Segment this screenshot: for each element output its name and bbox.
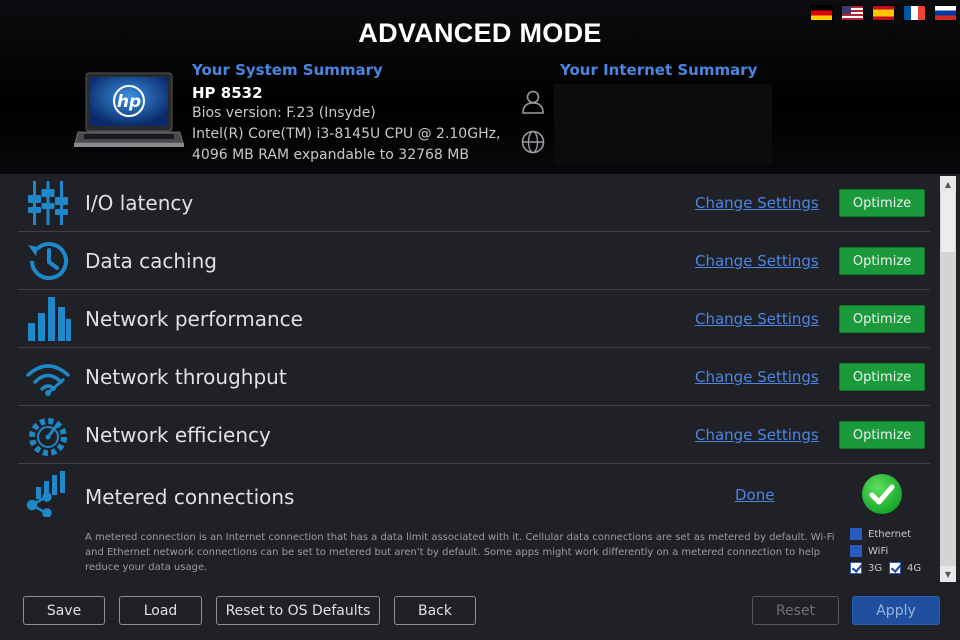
optimize-button[interactable]: Optimize: [839, 189, 925, 217]
setting-row-metered-connections: Metered connections Done A metered conne…: [18, 464, 930, 574]
setting-row-io-latency: I/O latency Change Settings Optimize: [18, 174, 930, 232]
es-flag-icon[interactable]: [873, 6, 894, 20]
globe-icon: [521, 130, 545, 154]
setting-label: Metered connections: [85, 485, 295, 509]
setting-row-network-performance: Network performance Change Settings Opti…: [18, 290, 930, 348]
change-settings-link[interactable]: Change Settings: [695, 368, 819, 386]
load-button[interactable]: Load: [119, 596, 202, 625]
ethernet-option[interactable]: Ethernet: [850, 528, 911, 540]
system-model: HP 8532: [192, 84, 263, 102]
setting-label: Network throughput: [85, 365, 287, 389]
optimize-button[interactable]: Optimize: [839, 421, 925, 449]
optimize-button[interactable]: Optimize: [839, 363, 925, 391]
setting-label: I/O latency: [85, 191, 194, 215]
save-button[interactable]: Save: [23, 596, 105, 625]
back-button[interactable]: Back: [394, 596, 476, 625]
header: ADVANCED MODE hp Your System Summary HP …: [0, 0, 960, 174]
svg-text:hp: hp: [117, 92, 141, 112]
internet-summary: Your Internet Summary: [560, 61, 757, 79]
apply-button[interactable]: Apply: [852, 596, 940, 625]
cpu-info: Intel(R) Core(TM) i3-8145U CPU @ 2.10GHz…: [192, 126, 501, 142]
optimize-button[interactable]: Optimize: [839, 305, 925, 333]
ru-flag-icon[interactable]: [935, 6, 956, 20]
scroll-up-arrow-icon[interactable]: ▲: [940, 176, 956, 192]
change-settings-link[interactable]: Change Settings: [695, 426, 819, 444]
wifi-checkbox[interactable]: [850, 545, 862, 557]
setting-row-network-efficiency: Network efficiency Change Settings Optim…: [18, 406, 930, 464]
scroll-thumb[interactable]: [941, 192, 955, 252]
reset-button[interactable]: Reset: [752, 596, 839, 625]
optimize-button[interactable]: Optimize: [839, 247, 925, 275]
io-latency-icon: [28, 181, 68, 225]
metered-connections-icon: [26, 471, 65, 517]
checkmark-icon: [862, 474, 902, 514]
4g-checkbox[interactable]: [889, 562, 901, 574]
done-link[interactable]: Done: [735, 486, 774, 504]
de-flag-icon[interactable]: [811, 6, 832, 20]
settings-list: I/O latency Change Settings Optimize Dat…: [18, 174, 930, 574]
change-settings-link[interactable]: Change Settings: [695, 194, 819, 212]
ram-info: 4096 MB RAM expandable to 32768 MB: [192, 147, 469, 163]
3g-checkbox[interactable]: [850, 562, 862, 574]
3g-option[interactable]: 3G: [850, 562, 882, 574]
setting-row-data-caching: Data caching Change Settings Optimize: [18, 232, 930, 290]
setting-label: Network performance: [85, 307, 303, 331]
ethernet-checkbox[interactable]: [850, 528, 862, 540]
scroll-down-arrow-icon[interactable]: ▼: [940, 566, 956, 582]
network-efficiency-icon: [29, 418, 67, 456]
wifi-label: WiFi: [868, 545, 889, 557]
setting-row-network-throughput: Network throughput Change Settings Optim…: [18, 348, 930, 406]
summary-side-icons: [520, 88, 550, 170]
4g-option[interactable]: 4G: [889, 562, 921, 574]
fr-flag-icon[interactable]: [904, 6, 925, 20]
setting-label: Data caching: [85, 249, 217, 273]
change-settings-link[interactable]: Change Settings: [695, 252, 819, 270]
network-throughput-icon: [26, 364, 70, 396]
user-icon: [522, 90, 544, 114]
system-summary: Your System Summary HP 8532 Bios version…: [192, 61, 500, 166]
reset-to-os-defaults-button[interactable]: Reset to OS Defaults: [216, 596, 380, 625]
setting-label: Network efficiency: [85, 423, 271, 447]
wifi-option[interactable]: WiFi: [850, 545, 888, 557]
3g-label: 3G: [868, 562, 883, 574]
data-caching-icon: [28, 242, 68, 281]
ethernet-label: Ethernet: [868, 528, 912, 540]
laptop-icon: hp: [74, 72, 184, 147]
change-settings-link[interactable]: Change Settings: [695, 310, 819, 328]
page-title: ADVANCED MODE: [358, 18, 602, 48]
language-flags: [811, 6, 956, 20]
bios-version: Bios version: F.23 (Insyde): [192, 105, 376, 121]
scrollbar[interactable]: ▲ ▼: [940, 176, 956, 582]
network-performance-icon: [28, 297, 71, 341]
internet-summary-panel: [554, 84, 772, 164]
internet-summary-heading: Your Internet Summary: [560, 61, 758, 79]
us-flag-icon[interactable]: [842, 6, 863, 20]
system-summary-heading: Your System Summary: [192, 61, 383, 79]
4g-label: 4G: [907, 562, 922, 574]
metered-description: A metered connection is an Internet conn…: [85, 532, 835, 573]
